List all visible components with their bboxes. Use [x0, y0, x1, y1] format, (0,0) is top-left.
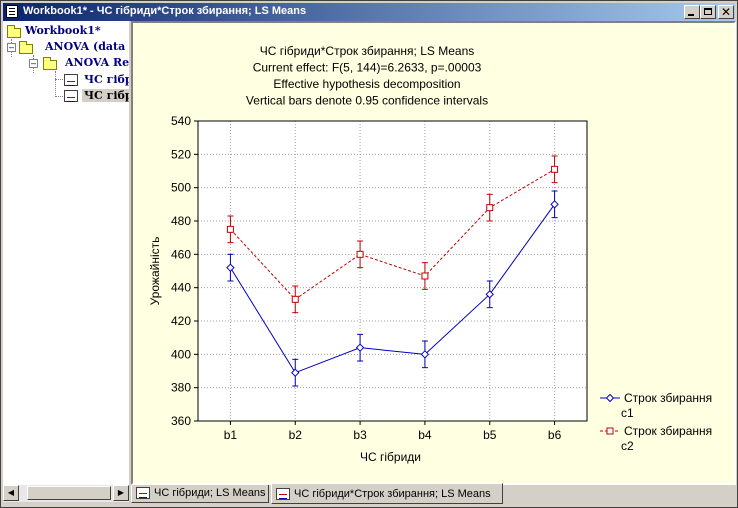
legend-label: Строк збирання — [624, 424, 712, 438]
window-title: Workbook1* - ЧС гібриди*Строк збирання; … — [23, 5, 307, 17]
workbook-tree[interactable]: Workbook1* – ANOVA (data – ANOVA Re ЧС г… — [3, 21, 129, 485]
tab-label: ЧС гібриди; LS Means — [154, 487, 266, 499]
scroll-left-button[interactable]: ◀ — [3, 485, 19, 501]
y-axis-label: Урожайність — [148, 237, 162, 306]
workbook-icon[interactable] — [6, 5, 18, 18]
y-tick-label: 360 — [171, 414, 191, 428]
maximize-button[interactable] — [700, 5, 716, 19]
chart-title-line: Vertical bars denote 0.95 confidence int… — [246, 94, 488, 108]
minimize-icon — [688, 14, 694, 16]
x-tick-label: b2 — [289, 428, 303, 442]
scroll-right-button[interactable]: ▶ — [113, 485, 129, 501]
y-tick-label: 460 — [171, 247, 191, 261]
chart-title-line: Effective hypothesis decomposition — [273, 77, 460, 91]
x-axis-label: ЧС гібриди — [360, 450, 421, 464]
y-tick-label: 440 — [171, 281, 191, 295]
close-button[interactable]: ✕ — [718, 5, 734, 19]
graph-panel[interactable]: ЧС гібриди*Строк збирання; LS Means Curre… — [131, 21, 736, 485]
tree-node-anova-data[interactable]: ANOVA (data — [45, 40, 125, 53]
x-tick-label: b1 — [224, 428, 238, 442]
y-tick-label: 500 — [171, 181, 191, 195]
legend-label: Строк збирання — [624, 391, 712, 405]
folder-icon — [43, 57, 57, 70]
arrow-left-icon: ◀ — [7, 488, 15, 497]
ls-means-chart: ЧС гібриди*Строк збирання; LS Means Curre… — [148, 44, 712, 464]
graph-doc-icon — [276, 488, 290, 500]
x-tick-label: b3 — [353, 428, 367, 442]
application-window: Workbook1* - ЧС гібриди*Строк збирання; … — [0, 0, 738, 508]
data-point-square — [226, 225, 234, 233]
minimize-button[interactable] — [684, 5, 700, 19]
data-point-square — [421, 272, 429, 280]
x-tick-label: b5 — [483, 428, 497, 442]
data-point-square — [356, 250, 364, 258]
chart-title-line: ЧС гібриди*Строк збирання; LS Means — [260, 44, 475, 58]
title-bar[interactable]: Workbook1* - ЧС гібриди*Строк збирання; … — [3, 3, 735, 21]
y-tick-label: 480 — [171, 214, 191, 228]
document-tab-bar: ЧС гібриди; LS Means ЧС гібриди*Строк зб… — [131, 483, 736, 505]
y-tick-label: 380 — [171, 381, 191, 395]
y-tick-label: 420 — [171, 314, 191, 328]
tree-node-anova-results[interactable]: ANOVA Re — [65, 56, 129, 69]
tree-root-workbook[interactable]: Workbook1* — [25, 24, 101, 37]
x-tick-label: b4 — [418, 428, 432, 442]
data-point-square — [291, 295, 299, 303]
y-tick-label: 540 — [171, 114, 191, 128]
graph-doc-icon — [64, 90, 78, 102]
tree-connector — [55, 96, 63, 97]
legend-marker-square — [606, 427, 614, 435]
tab-label: ЧС гібриди*Строк збирання; LS Means — [294, 488, 491, 500]
plot-area — [198, 121, 587, 421]
chart-title-line: Current effect: F(5, 144)=6.2633, p=.000… — [253, 61, 482, 75]
legend-label: c1 — [621, 406, 634, 420]
collapse-icon[interactable]: – — [29, 59, 38, 68]
folder-icon — [7, 25, 21, 38]
tree-connector — [55, 71, 56, 97]
tab-interaction-ls-means[interactable]: ЧС гібриди*Строк збирання; LS Means — [271, 483, 503, 504]
tab-ls-means[interactable]: ЧС гібриди; LS Means — [131, 485, 269, 503]
scroll-thumb[interactable] — [27, 486, 111, 500]
graph-doc-icon — [64, 74, 78, 86]
close-icon: ✕ — [721, 5, 732, 19]
arrow-right-icon: ▶ — [117, 488, 125, 497]
legend-marker-diamond — [605, 393, 615, 403]
y-tick-label: 400 — [171, 347, 191, 361]
legend-label: c2 — [621, 439, 634, 453]
maximize-icon — [704, 8, 712, 15]
y-tick-label: 520 — [171, 147, 191, 161]
folder-icon — [19, 41, 33, 54]
data-point-square — [551, 165, 559, 173]
data-point-square — [486, 204, 494, 212]
graph-doc-icon — [136, 487, 150, 499]
collapse-icon[interactable]: – — [7, 43, 16, 52]
tree-horizontal-scrollbar[interactable]: ◀ ▶ — [3, 485, 129, 502]
x-tick-label: b6 — [548, 428, 562, 442]
tree-leaf-interaction-ls-means[interactable]: ЧС гібрі — [82, 89, 129, 102]
tree-connector — [55, 79, 63, 80]
tree-leaf-ls-means[interactable]: ЧС гібрі — [84, 73, 129, 86]
